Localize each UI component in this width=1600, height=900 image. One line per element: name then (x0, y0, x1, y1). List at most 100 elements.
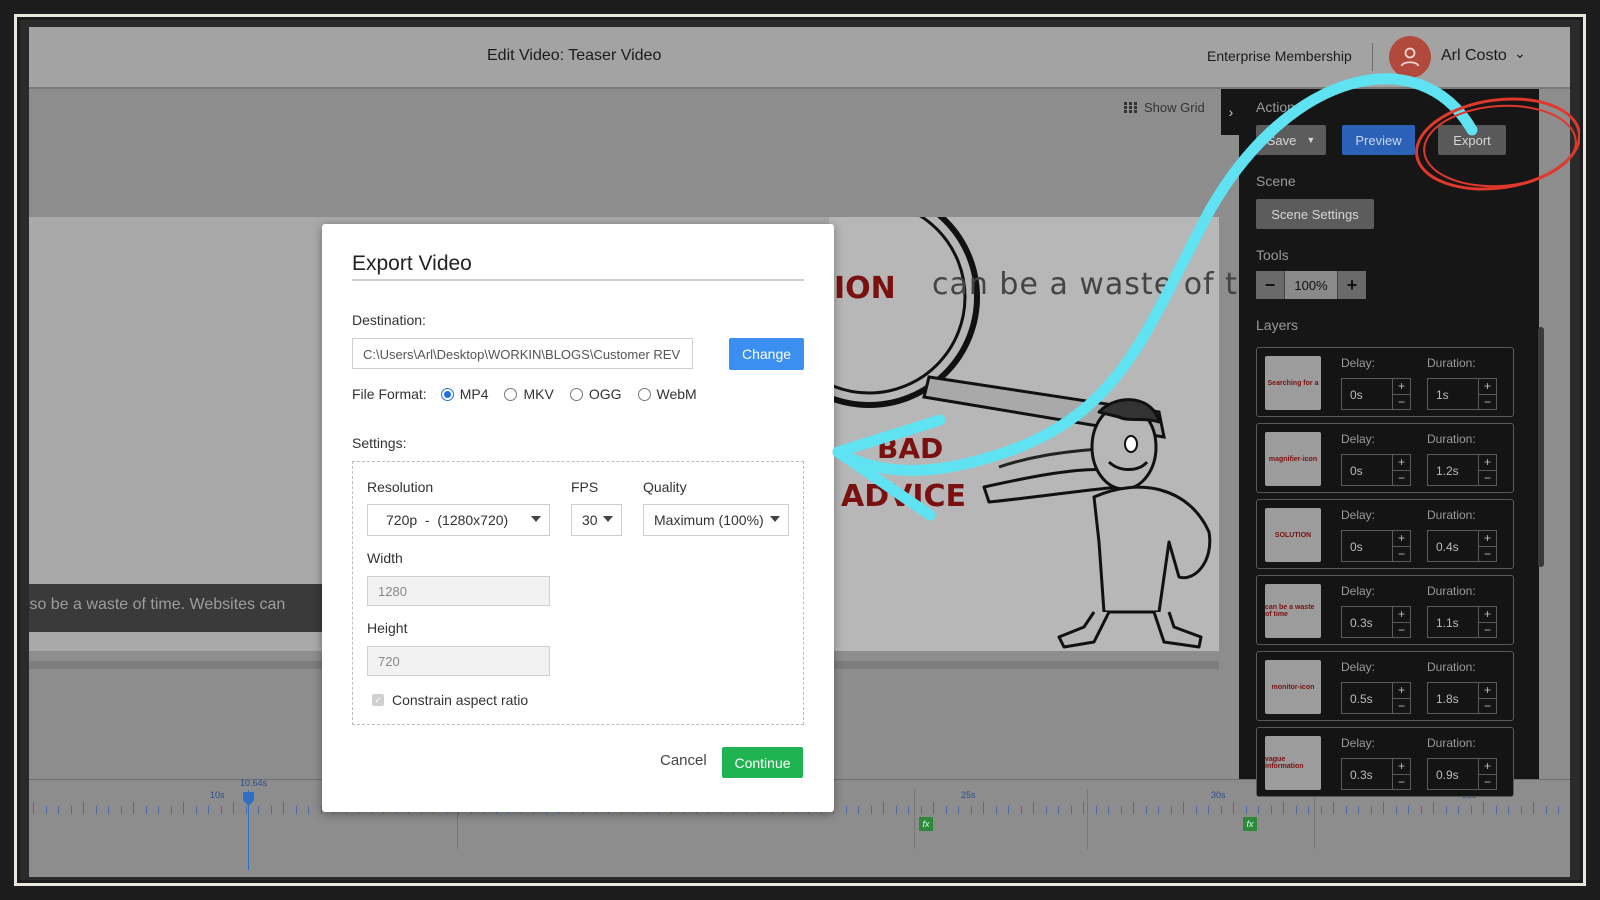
change-destination-button[interactable]: Change (729, 338, 804, 370)
save-dropdown-button[interactable]: Save ▼ (1256, 125, 1326, 155)
decrement-button[interactable]: − (1393, 395, 1410, 410)
layer-row[interactable]: can be a waste of time Delay: Duration: 0.3… (1256, 575, 1514, 645)
duration-stepper[interactable]: 0.9s + − (1427, 758, 1497, 790)
panel-collapse-chevron-icon[interactable]: › (1221, 89, 1241, 135)
increment-button[interactable]: + (1393, 607, 1410, 623)
zoom-in-button[interactable]: + (1338, 271, 1366, 299)
fx-marker-icon[interactable]: fx (919, 817, 933, 831)
caption-bar[interactable]: also be a waste of time. Websites can (29, 584, 323, 632)
duration-stepper[interactable]: 1.1s + − (1427, 606, 1497, 638)
duration-stepper[interactable]: 1.8s + − (1427, 682, 1497, 714)
fx-marker-icon[interactable]: fx (1243, 817, 1257, 831)
duration-value[interactable]: 1s (1428, 379, 1478, 409)
dialog-title: Export Video (352, 252, 472, 275)
decrement-button[interactable]: − (1479, 623, 1496, 638)
layer-thumbnail[interactable]: magnifier-icon (1265, 432, 1321, 486)
continue-button[interactable]: Continue (722, 747, 803, 778)
layer-thumbnail[interactable]: monitor-icon (1265, 660, 1321, 714)
destination-input[interactable]: C:\Users\Arl\Desktop\WORKIN\BLOGS\Custom… (352, 338, 693, 369)
duration-stepper[interactable]: 1.2s + − (1427, 454, 1497, 486)
layer-row[interactable]: monitor-icon Delay: Duration: 0.5s + −1.8s + − (1256, 651, 1514, 721)
height-input[interactable]: 720 (367, 646, 550, 676)
delay-stepper[interactable]: 0.3s + − (1341, 758, 1411, 790)
panel-scrollbar[interactable] (1538, 327, 1544, 567)
duration-stepper[interactable]: 1s + − (1427, 378, 1497, 410)
increment-button[interactable]: + (1393, 683, 1410, 699)
decrement-button[interactable]: − (1393, 547, 1410, 562)
delay-stepper[interactable]: 0.5s + − (1341, 682, 1411, 714)
decrement-button[interactable]: − (1393, 623, 1410, 638)
fps-select[interactable]: 30 (571, 504, 622, 536)
chevron-down-icon[interactable]: ⌄ (1514, 45, 1526, 62)
increment-button[interactable]: + (1479, 379, 1496, 395)
membership-link[interactable]: Enterprise Membership (1207, 48, 1352, 64)
increment-button[interactable]: + (1479, 455, 1496, 471)
decrement-button[interactable]: − (1393, 699, 1410, 714)
decrement-button[interactable]: − (1479, 699, 1496, 714)
user-name[interactable]: Arl Costo (1441, 47, 1507, 65)
layer-row[interactable]: vague information Delay: Duration: 0.3s + −0.… (1256, 727, 1514, 797)
duration-stepper[interactable]: 0.4s + − (1427, 530, 1497, 562)
duration-value[interactable]: 1.2s (1428, 455, 1478, 485)
increment-button[interactable]: + (1479, 531, 1496, 547)
width-input[interactable]: 1280 (367, 576, 550, 606)
layer-thumbnail[interactable]: vague information (1265, 736, 1321, 790)
timeline-tick (1408, 806, 1409, 814)
layer-row[interactable]: magnifier-icon Delay: Duration: 0s + −1.2s + − (1256, 423, 1514, 493)
scene-settings-button[interactable]: Scene Settings (1256, 199, 1374, 229)
format-radio-mkv[interactable]: MKV (504, 386, 554, 402)
format-radio-mp4[interactable]: MP4 (440, 386, 488, 402)
layer-thumbnail[interactable]: SOLUTION (1265, 508, 1321, 562)
show-grid-label: Show Grid (1144, 100, 1205, 115)
scene-word-solution[interactable]: ION (834, 271, 896, 306)
avatar[interactable] (1389, 36, 1431, 78)
delay-stepper[interactable]: 0s + − (1341, 530, 1411, 562)
scene-word-advice[interactable]: ADVICE (841, 479, 966, 514)
quality-select[interactable]: Maximum (100%) (643, 504, 789, 536)
decrement-button[interactable]: − (1479, 547, 1496, 562)
format-radio-webm[interactable]: WebM (637, 386, 697, 402)
format-radio-ogg[interactable]: OGG (569, 386, 622, 402)
zoom-out-button[interactable]: − (1256, 271, 1284, 299)
show-grid-toggle[interactable]: Show Grid (1124, 100, 1205, 115)
increment-button[interactable]: + (1393, 531, 1410, 547)
delay-value[interactable]: 0s (1342, 379, 1392, 409)
preview-button[interactable]: Preview (1342, 125, 1415, 155)
timeline-tick (958, 806, 959, 814)
delay-stepper[interactable]: 0s + − (1341, 378, 1411, 410)
duration-value[interactable]: 0.4s (1428, 531, 1478, 561)
increment-button[interactable]: + (1393, 759, 1410, 775)
duration-value[interactable]: 1.8s (1428, 683, 1478, 713)
decrement-button[interactable]: − (1393, 775, 1410, 790)
decrement-button[interactable]: − (1479, 395, 1496, 410)
layer-thumbnail[interactable]: Searching for a (1265, 356, 1321, 410)
increment-button[interactable]: + (1479, 759, 1496, 775)
increment-button[interactable]: + (1393, 455, 1410, 471)
timeline-tick (970, 806, 972, 814)
delay-value[interactable]: 0.5s (1342, 683, 1392, 713)
delay-label: Delay: (1341, 660, 1376, 674)
delay-value[interactable]: 0s (1342, 455, 1392, 485)
scene-word-bad[interactable]: BAD (877, 432, 943, 465)
layer-row[interactable]: Searching for a Delay: Duration: 0s + −1s + − (1256, 347, 1514, 417)
delay-value[interactable]: 0.3s (1342, 759, 1392, 789)
layer-thumbnail[interactable]: can be a waste of time (1265, 584, 1321, 638)
increment-button[interactable]: + (1393, 379, 1410, 395)
decrement-button[interactable]: − (1479, 471, 1496, 486)
stepper-buttons: + − (1478, 379, 1496, 409)
delay-stepper[interactable]: 0s + − (1341, 454, 1411, 486)
export-button[interactable]: Export (1438, 125, 1506, 155)
duration-value[interactable]: 0.9s (1428, 759, 1478, 789)
delay-stepper[interactable]: 0.3s + − (1341, 606, 1411, 638)
delay-value[interactable]: 0s (1342, 531, 1392, 561)
decrement-button[interactable]: − (1479, 775, 1496, 790)
decrement-button[interactable]: − (1393, 471, 1410, 486)
delay-value[interactable]: 0.3s (1342, 607, 1392, 637)
increment-button[interactable]: + (1479, 607, 1496, 623)
resolution-select[interactable]: 720p - (1280x720) (367, 504, 550, 536)
cancel-button[interactable]: Cancel (660, 752, 707, 769)
increment-button[interactable]: + (1479, 683, 1496, 699)
duration-value[interactable]: 1.1s (1428, 607, 1478, 637)
layer-row[interactable]: SOLUTION Delay: Duration: 0s + −0.4s + − (1256, 499, 1514, 569)
constrain-aspect-checkbox[interactable]: ✓ Constrain aspect ratio (372, 692, 528, 708)
